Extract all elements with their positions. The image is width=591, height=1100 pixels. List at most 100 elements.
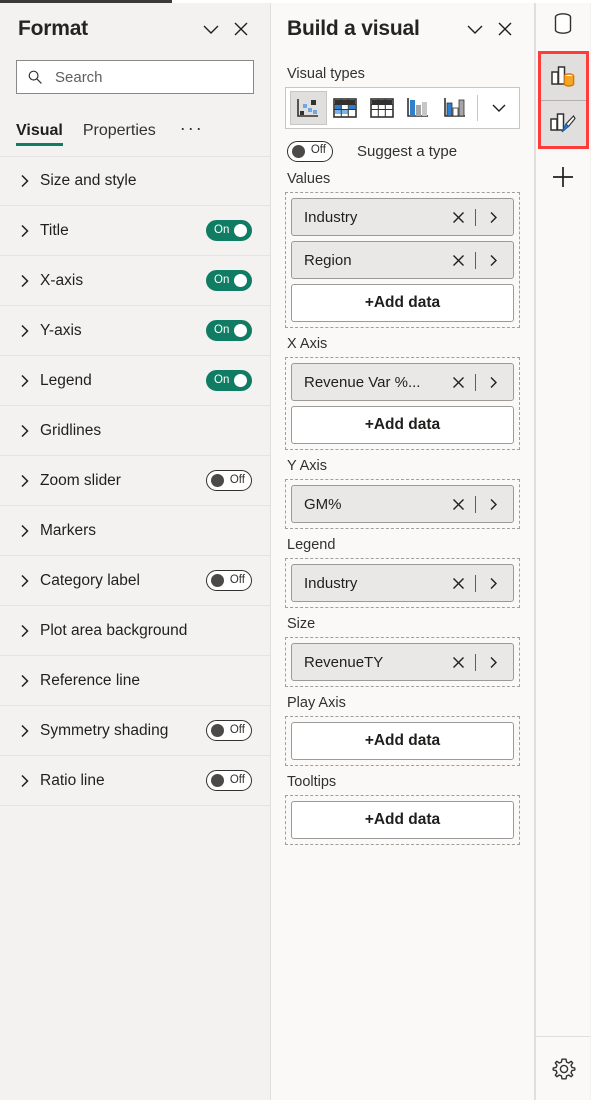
active-tab-strip (0, 0, 172, 3)
remove-field-icon[interactable] (446, 576, 470, 591)
well-values[interactable]: Industry Region +Add data (285, 192, 520, 328)
search-box[interactable] (16, 60, 254, 94)
format-card-reference-line[interactable]: Reference line (0, 656, 270, 706)
format-card-label: Reference line (40, 671, 140, 689)
well-play-axis[interactable]: +Add data (285, 716, 520, 766)
format-card-size-and-style[interactable]: Size and style (0, 156, 270, 206)
remove-field-icon[interactable] (446, 655, 470, 670)
chevron-right-icon (14, 673, 36, 689)
format-card-category-label[interactable]: Category label Off (0, 556, 270, 606)
well-label-y-axis: Y Axis (287, 458, 328, 474)
chip-divider (475, 495, 476, 513)
toggle-symmetry-shading[interactable]: Off (206, 720, 252, 741)
tabs-overflow-button[interactable]: ··· (180, 118, 204, 146)
toggle-ratio-line[interactable]: Off (206, 770, 252, 791)
chip-divider (475, 251, 476, 269)
add-data-button[interactable]: +Add data (291, 801, 514, 839)
chevron-right-icon[interactable] (481, 576, 505, 591)
gear-icon[interactable] (541, 1047, 586, 1092)
remove-field-icon[interactable] (446, 375, 470, 390)
chevron-right-icon (14, 623, 36, 639)
toggle-knob (234, 324, 247, 337)
chevron-down-icon[interactable] (460, 14, 490, 44)
format-card-symmetry-shading[interactable]: Symmetry shading Off (0, 706, 270, 756)
field-chip[interactable]: Region (291, 241, 514, 279)
format-card-y-axis[interactable]: Y-axis On (0, 306, 270, 356)
add-data-button[interactable]: +Add data (291, 406, 514, 444)
chevron-down-icon[interactable] (196, 14, 226, 44)
well-x-axis[interactable]: Revenue Var %... +Add data (285, 357, 520, 450)
well-legend[interactable]: Industry (285, 558, 520, 608)
format-card-gridlines[interactable]: Gridlines (0, 406, 270, 456)
visual-types-gallery (285, 87, 520, 129)
format-card-ratio-line[interactable]: Ratio line Off (0, 756, 270, 806)
chevron-right-icon (14, 273, 36, 289)
chevron-right-icon[interactable] (481, 253, 505, 268)
close-icon[interactable] (490, 14, 520, 44)
format-card-title[interactable]: Title On (0, 206, 270, 256)
add-data-button[interactable]: +Add data (291, 722, 514, 760)
build-visual-icon[interactable] (540, 54, 586, 100)
field-chip[interactable]: Revenue Var %... (291, 363, 514, 401)
toggle-legend[interactable]: On (206, 370, 252, 391)
format-card-zoom-slider[interactable]: Zoom slider Off (0, 456, 270, 506)
remove-field-icon[interactable] (446, 253, 470, 268)
database-cylinder-icon[interactable] (541, 0, 586, 47)
chevron-right-icon[interactable] (481, 655, 505, 670)
field-chip[interactable]: GM% (291, 485, 514, 523)
field-chip[interactable]: Industry (291, 198, 514, 236)
visual-type-scatter-chart[interactable] (290, 91, 327, 125)
build-pane-header: Build a visual (283, 0, 522, 58)
field-chip[interactable]: Industry (291, 564, 514, 602)
remove-field-icon[interactable] (446, 497, 470, 512)
remove-field-icon[interactable] (446, 210, 470, 225)
chevron-right-icon[interactable] (481, 210, 505, 225)
toggle-state-label: On (214, 373, 230, 386)
toggle-knob (211, 474, 224, 487)
plus-icon[interactable] (541, 153, 586, 200)
chevron-down-icon[interactable] (484, 91, 515, 125)
suggest-a-type-toggle[interactable]: Off (287, 140, 333, 162)
format-visual-icon[interactable] (540, 100, 586, 146)
format-card-label: Zoom slider (40, 471, 121, 489)
field-chip-label: Revenue Var %... (304, 373, 421, 391)
format-card-plot-area-background[interactable]: Plot area background (0, 606, 270, 656)
format-search-wrap (0, 60, 270, 94)
well-size[interactable]: RevenueTY (285, 637, 520, 687)
toggle-x-axis[interactable]: On (206, 270, 252, 291)
visual-type-stacked-column-chart[interactable] (436, 91, 473, 125)
toggle-y-axis[interactable]: On (206, 320, 252, 341)
tab-properties[interactable]: Properties (83, 122, 156, 146)
chevron-right-icon[interactable] (481, 375, 505, 390)
visual-type-clustered-column-chart[interactable] (400, 91, 437, 125)
add-data-button[interactable]: +Add data (291, 284, 514, 322)
format-card-legend[interactable]: Legend On (0, 356, 270, 406)
build-pane-title: Build a visual (287, 17, 420, 40)
chip-divider (475, 574, 476, 592)
chevron-right-icon (14, 573, 36, 589)
chevron-right-icon (14, 523, 36, 539)
visual-type-table-visual[interactable] (363, 91, 400, 125)
toggle-category-label[interactable]: Off (206, 570, 252, 591)
format-card-markers[interactable]: Markers (0, 506, 270, 556)
field-chip-label: Industry (304, 574, 358, 592)
toggle-zoom-slider[interactable]: Off (206, 470, 252, 491)
well-y-axis[interactable]: GM% (285, 479, 520, 529)
field-chip[interactable]: RevenueTY (291, 643, 514, 681)
suggest-a-type-label: Suggest a type (357, 142, 458, 160)
search-input[interactable] (49, 68, 253, 86)
format-card-x-axis[interactable]: X-axis On (0, 256, 270, 306)
well-label-size: Size (287, 616, 316, 632)
suggest-a-type-row: Off Suggest a type (287, 139, 522, 163)
visual-type-matrix-visual[interactable] (327, 91, 364, 125)
format-card-label: Symmetry shading (40, 721, 169, 739)
well-tooltips[interactable]: +Add data (285, 795, 520, 845)
tab-visual[interactable]: Visual (16, 122, 63, 146)
chevron-right-icon[interactable] (481, 497, 505, 512)
window-top-strip (0, 0, 591, 3)
close-icon[interactable] (226, 14, 256, 44)
field-chip-label: Region (304, 251, 352, 269)
format-pane-title: Format (18, 17, 88, 40)
format-card-label: Category label (40, 571, 140, 589)
toggle-title[interactable]: On (206, 220, 252, 241)
